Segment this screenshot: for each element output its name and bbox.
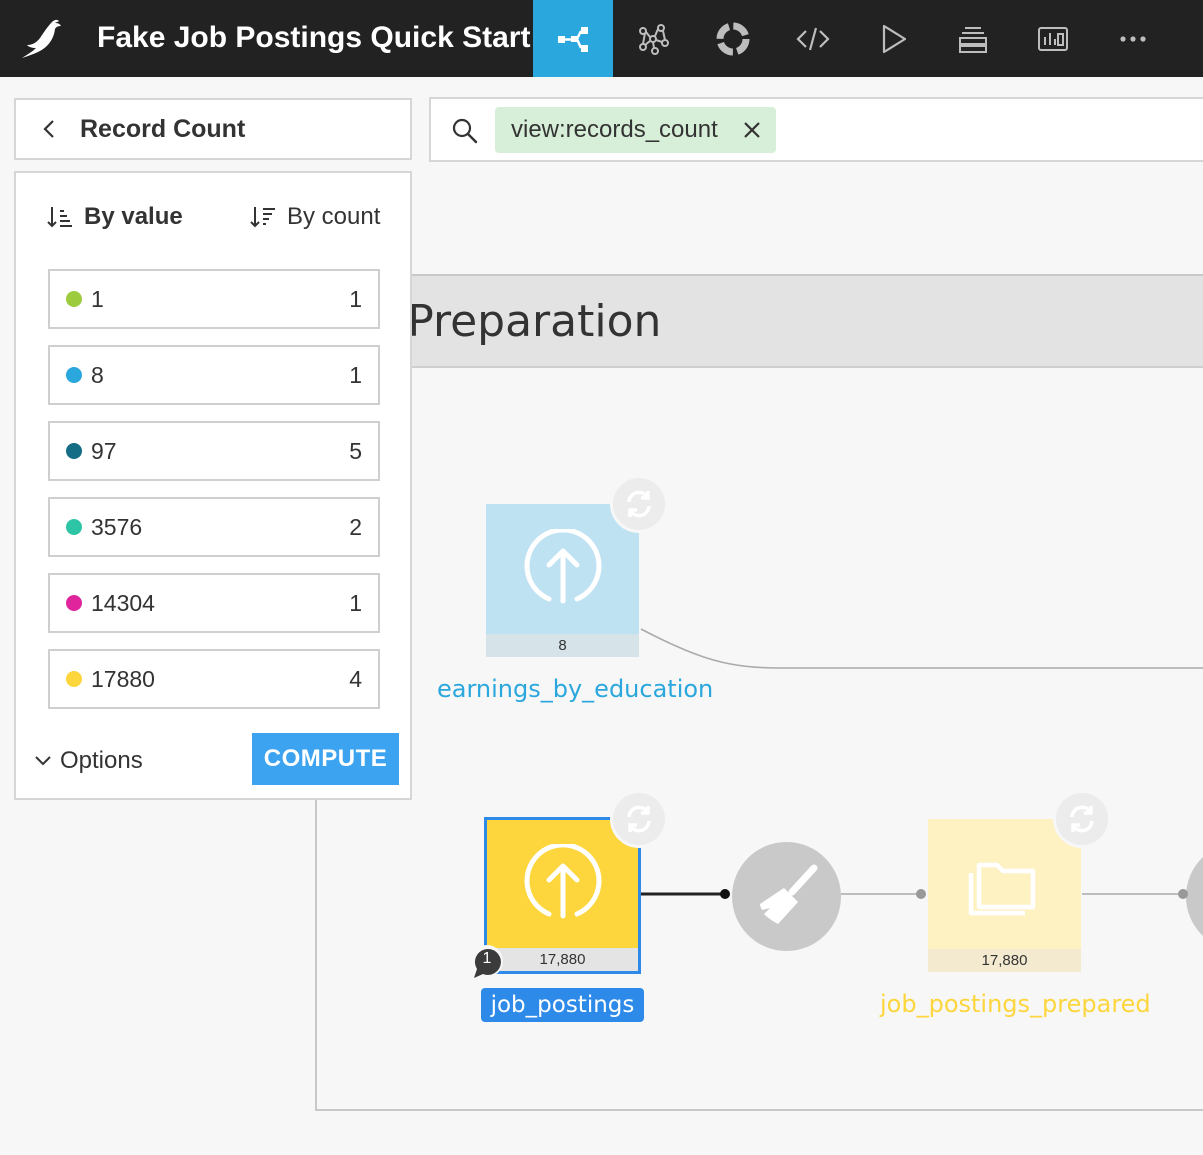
upload-dataset-icon: [487, 820, 638, 948]
next-recipe-partial[interactable]: [1186, 842, 1203, 951]
stack-icon: [959, 26, 987, 53]
color-dot: [66, 671, 82, 687]
flow-search-bar[interactable]: view:records_count: [429, 97, 1203, 162]
value-row[interactable]: 3576 2: [48, 497, 380, 557]
sort-by-value-label: By value: [84, 203, 183, 230]
value-count: 1: [349, 589, 362, 616]
dataset-earnings-by-education[interactable]: 8: [486, 504, 639, 657]
options-toggle[interactable]: Options: [34, 744, 143, 778]
close-icon[interactable]: [742, 120, 762, 140]
broom-icon: [759, 864, 817, 924]
sync-icon[interactable]: [1053, 790, 1111, 848]
color-dot: [66, 367, 82, 383]
value-row[interactable]: 97 5: [48, 421, 380, 481]
panel-title: Record Count: [80, 114, 246, 143]
value-label: 1: [91, 285, 104, 312]
value-label: 14304: [91, 589, 155, 616]
color-dot: [66, 519, 82, 535]
value-label: 3576: [91, 513, 143, 540]
record-count: 17,880: [928, 949, 1081, 972]
sort-by-value-button[interactable]: By value: [46, 199, 183, 235]
dataset-label-selected[interactable]: job_postings: [481, 988, 644, 1022]
nav-dashboards-button[interactable]: [1013, 0, 1093, 77]
nav-more-button[interactable]: [1093, 0, 1173, 77]
lifebuoy-icon: [716, 22, 750, 55]
code-icon: [796, 27, 830, 50]
more-icon: [1120, 35, 1146, 42]
sync-icon[interactable]: [610, 790, 668, 848]
color-dot: [66, 291, 82, 307]
sort-by-count-button[interactable]: By count: [249, 199, 380, 235]
chevron-left-icon[interactable]: [38, 117, 62, 141]
nav-code-button[interactable]: [773, 0, 853, 77]
comment-badge[interactable]: 1: [469, 944, 505, 980]
nav-run-button[interactable]: [853, 0, 933, 77]
value-count: 5: [349, 437, 362, 464]
edge-connector: [916, 889, 926, 899]
sync-icon[interactable]: [610, 475, 668, 533]
value-count: 1: [349, 285, 362, 312]
sort-options: By value By count: [16, 199, 410, 235]
sort-ascending-icon: [47, 207, 72, 228]
comment-count: 1: [482, 950, 492, 967]
value-row[interactable]: 17880 4: [48, 649, 380, 709]
sort-descending-icon: [250, 207, 275, 228]
project-title[interactable]: Fake Job Postings Quick Start: [97, 18, 530, 58]
play-icon: [882, 24, 907, 53]
bird-logo-icon[interactable]: [18, 14, 68, 64]
top-navigation-bar: Fake Job Postings Quick Start: [0, 0, 1203, 77]
dataset-job-postings[interactable]: 17,880: [484, 817, 641, 974]
edge-connector: [720, 889, 730, 899]
options-label: Options: [60, 747, 143, 774]
edge-connector: [1178, 889, 1188, 899]
nav-wiki-button[interactable]: [933, 0, 1013, 77]
chevron-down-icon: [35, 756, 51, 766]
record-count: 8: [486, 634, 639, 657]
dataset-label[interactable]: earnings_by_education: [437, 675, 713, 703]
value-label: 17880: [91, 665, 155, 692]
filter-chip-label: view:records_count: [511, 116, 718, 143]
color-dot: [66, 595, 82, 611]
value-count: 4: [349, 665, 362, 692]
value-row[interactable]: 8 1: [48, 345, 380, 405]
record-count: 17,880: [487, 948, 638, 971]
upload-dataset-icon: [486, 504, 639, 634]
lab-network-icon: [639, 23, 669, 55]
view-filter-chip[interactable]: view:records_count: [495, 107, 776, 153]
dataset-job-postings-prepared[interactable]: 17,880: [928, 819, 1081, 972]
view-panel-header: Record Count: [14, 98, 412, 160]
sort-by-count-label: By count: [287, 203, 381, 230]
flow-zone-header[interactable]: ta Preparation: [315, 274, 1203, 368]
compute-button[interactable]: COMPUTE: [252, 733, 399, 785]
record-count-panel: By value By count 1 1 8 1 97 5 3576 2 14…: [14, 171, 412, 800]
value-label: 8: [91, 361, 104, 388]
nav-flow-button[interactable]: [533, 0, 613, 77]
dataset-label[interactable]: job_postings_prepared: [880, 990, 1151, 1018]
nav-lab-button[interactable]: [613, 0, 693, 77]
dashboard-icon: [1038, 26, 1068, 51]
folder-icon: [928, 819, 1081, 949]
prepare-recipe[interactable]: [732, 842, 841, 951]
color-dot: [66, 443, 82, 459]
value-row[interactable]: 1 1: [48, 269, 380, 329]
flow-icon: [558, 26, 588, 52]
value-count: 2: [349, 513, 362, 540]
value-row[interactable]: 14304 1: [48, 573, 380, 633]
nav-jobs-button[interactable]: [693, 0, 773, 77]
value-count: 1: [349, 361, 362, 388]
value-label: 97: [91, 437, 117, 464]
search-icon: [452, 118, 478, 144]
